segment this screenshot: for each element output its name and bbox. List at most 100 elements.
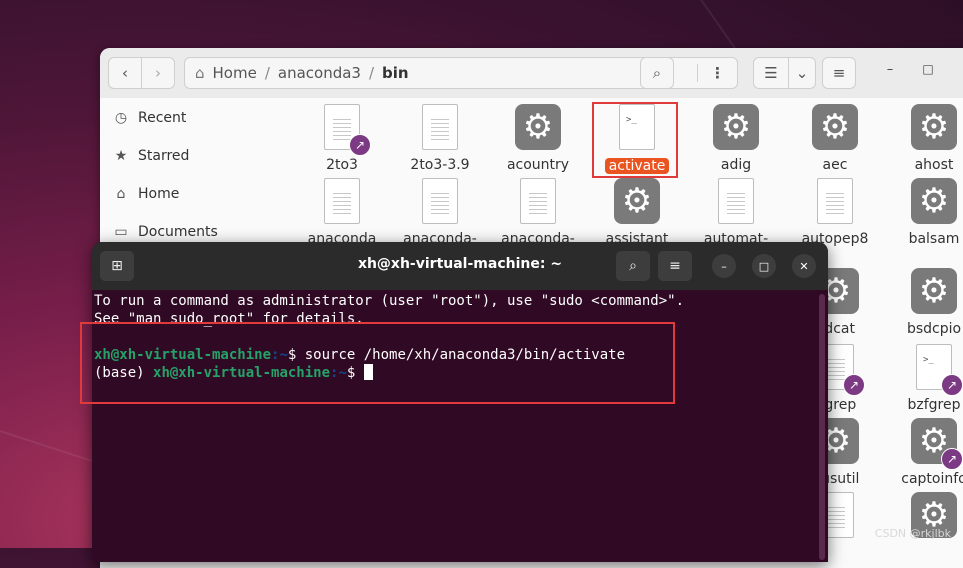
main-menu-button[interactable]: ≡	[822, 57, 856, 89]
file-item[interactable]: ⚙ adig	[688, 104, 784, 173]
symlink-arrow-icon: ↗	[349, 134, 371, 156]
highlight-box-commands	[80, 322, 675, 404]
view-list-button[interactable]: ☰	[753, 57, 789, 89]
symlink-arrow-icon: ↗	[843, 374, 865, 396]
file-item[interactable]: ⚙ bsdcpio	[886, 268, 963, 337]
sidebar-item-recent[interactable]: ◷ Recent	[112, 104, 187, 132]
file-name: aec	[822, 157, 848, 173]
search-icon: ⌕	[629, 258, 637, 274]
file-name: captoinfo	[901, 471, 963, 487]
hamburger-menu-icon: ≡	[832, 64, 846, 82]
chevron-left-icon: ‹	[122, 64, 128, 82]
gear-icon: ⚙	[911, 104, 957, 150]
search-button[interactable]: ⌕	[640, 57, 674, 89]
gear-icon: ⚙	[515, 104, 561, 150]
clock-icon: ◷	[114, 110, 128, 126]
file-item[interactable]: 2to3-3.9	[392, 104, 488, 173]
text-file-icon	[520, 178, 556, 224]
file-name: bsdcpio	[906, 321, 962, 337]
file-item[interactable]: ⚙ assistant	[589, 178, 685, 247]
files-headerbar: ‹ › ⌂ Home / anaconda3 / bin ⋮ ⌕ ☰ ⌄ ≡ –…	[100, 48, 963, 99]
file-item[interactable]: >_ ↗ bzfgrep	[886, 344, 963, 413]
sidebar-item-label: Starred	[138, 148, 190, 164]
terminal-close-button[interactable]: ✕	[792, 254, 816, 278]
file-name: 2to3	[326, 157, 358, 173]
text-file-icon	[422, 104, 458, 150]
file-item-label: bzfgrep	[886, 394, 963, 413]
terminal-line: To run a command as administrator (user …	[94, 293, 685, 309]
file-item[interactable]: ⚙ balsam	[886, 178, 963, 247]
text-file-icon	[817, 178, 853, 224]
breadcrumb-bin[interactable]: bin	[374, 64, 417, 82]
file-item[interactable]: autopep8	[787, 178, 883, 247]
script-file-icon: >_	[619, 104, 655, 150]
star-icon: ★	[114, 148, 128, 164]
terminal-maximize-button[interactable]: □	[752, 254, 776, 278]
file-item-label: balsam	[886, 228, 963, 247]
file-item[interactable]: ⚙ acountry	[490, 104, 586, 173]
sidebar-item-home[interactable]: ⌂ Home	[112, 180, 180, 208]
terminal-scrollbar[interactable]	[819, 294, 825, 560]
file-item-label: captoinfo	[886, 468, 963, 487]
file-name: acountry	[506, 157, 570, 173]
terminal-search-button[interactable]: ⌕	[616, 251, 650, 281]
documents-icon: ▭	[114, 224, 128, 240]
sidebar-item-label: Documents	[138, 224, 218, 240]
file-item[interactable]: automat-	[688, 178, 784, 247]
file-name: ahost	[914, 157, 954, 173]
view-options-button[interactable]: ⌄	[788, 57, 816, 89]
text-file-icon	[718, 178, 754, 224]
gear-icon: ⚙	[713, 104, 759, 150]
sidebar-item-label: Home	[138, 186, 180, 202]
hamburger-menu-icon: ≡	[669, 258, 681, 274]
terminal-menu-button[interactable]: ≡	[658, 251, 692, 281]
file-item-label: aec	[787, 154, 883, 173]
watermark: CSDN @rkjlbk	[874, 527, 951, 540]
home-icon: ⌂	[195, 64, 205, 82]
file-item[interactable]: anaconda-	[392, 178, 488, 247]
file-item[interactable]: ⚙ ahost	[886, 104, 963, 173]
file-name: bzfgrep	[907, 397, 961, 413]
gear-icon: ⚙	[614, 178, 660, 224]
file-item[interactable]: anaconda-	[490, 178, 586, 247]
file-item-label: adig	[688, 154, 784, 173]
sidebar-item-label: Recent	[138, 110, 187, 126]
maximize-button[interactable]: □	[918, 62, 938, 82]
file-item[interactable]: anaconda	[294, 178, 390, 247]
file-name: balsam	[908, 231, 960, 247]
back-button[interactable]: ‹	[108, 57, 142, 89]
forward-button[interactable]: ›	[141, 57, 175, 89]
file-item[interactable]: ⚙ aec	[787, 104, 883, 173]
chevron-down-icon: ⌄	[795, 64, 809, 82]
search-icon: ⌕	[652, 64, 662, 82]
file-item-label: 2to3	[294, 154, 390, 173]
gear-icon: ⚙	[911, 178, 957, 224]
file-item-label: acountry	[490, 154, 586, 173]
gear-icon: ⚙	[812, 104, 858, 150]
file-item-label: ahost	[886, 154, 963, 173]
breadcrumb-home[interactable]: Home	[205, 64, 265, 82]
file-item-label: activate	[589, 154, 685, 174]
file-item-label: bsdcpio	[886, 318, 963, 337]
minimize-button[interactable]: –	[880, 62, 900, 82]
text-file-icon	[324, 178, 360, 224]
path-menu-icon[interactable]: ⋮	[697, 64, 737, 82]
symlink-arrow-icon: ↗	[941, 374, 963, 396]
list-view-icon: ☰	[764, 64, 778, 82]
file-name: 2to3-3.9	[410, 157, 470, 173]
file-item[interactable]: ⚙ ↗ captoinfo	[886, 418, 963, 487]
sidebar-item-starred[interactable]: ★ Starred	[112, 142, 190, 170]
home-icon: ⌂	[116, 186, 126, 202]
terminal-headerbar: ⊞ xh@xh-virtual-machine: ~ ⌕ ≡ – □ ✕	[92, 242, 828, 290]
file-item-label: 2to3-3.9	[392, 154, 488, 173]
chevron-right-icon: ›	[155, 64, 161, 82]
file-name: adig	[720, 157, 752, 173]
text-file-icon	[422, 178, 458, 224]
file-name: activate	[604, 158, 670, 174]
file-item[interactable]: >_ activate	[589, 104, 685, 174]
terminal-minimize-button[interactable]: –	[712, 254, 736, 278]
file-item[interactable]: ↗ 2to3	[294, 104, 390, 173]
gear-icon: ⚙	[911, 268, 957, 314]
breadcrumb-anaconda3[interactable]: anaconda3	[270, 64, 369, 82]
symlink-arrow-icon: ↗	[941, 448, 963, 470]
